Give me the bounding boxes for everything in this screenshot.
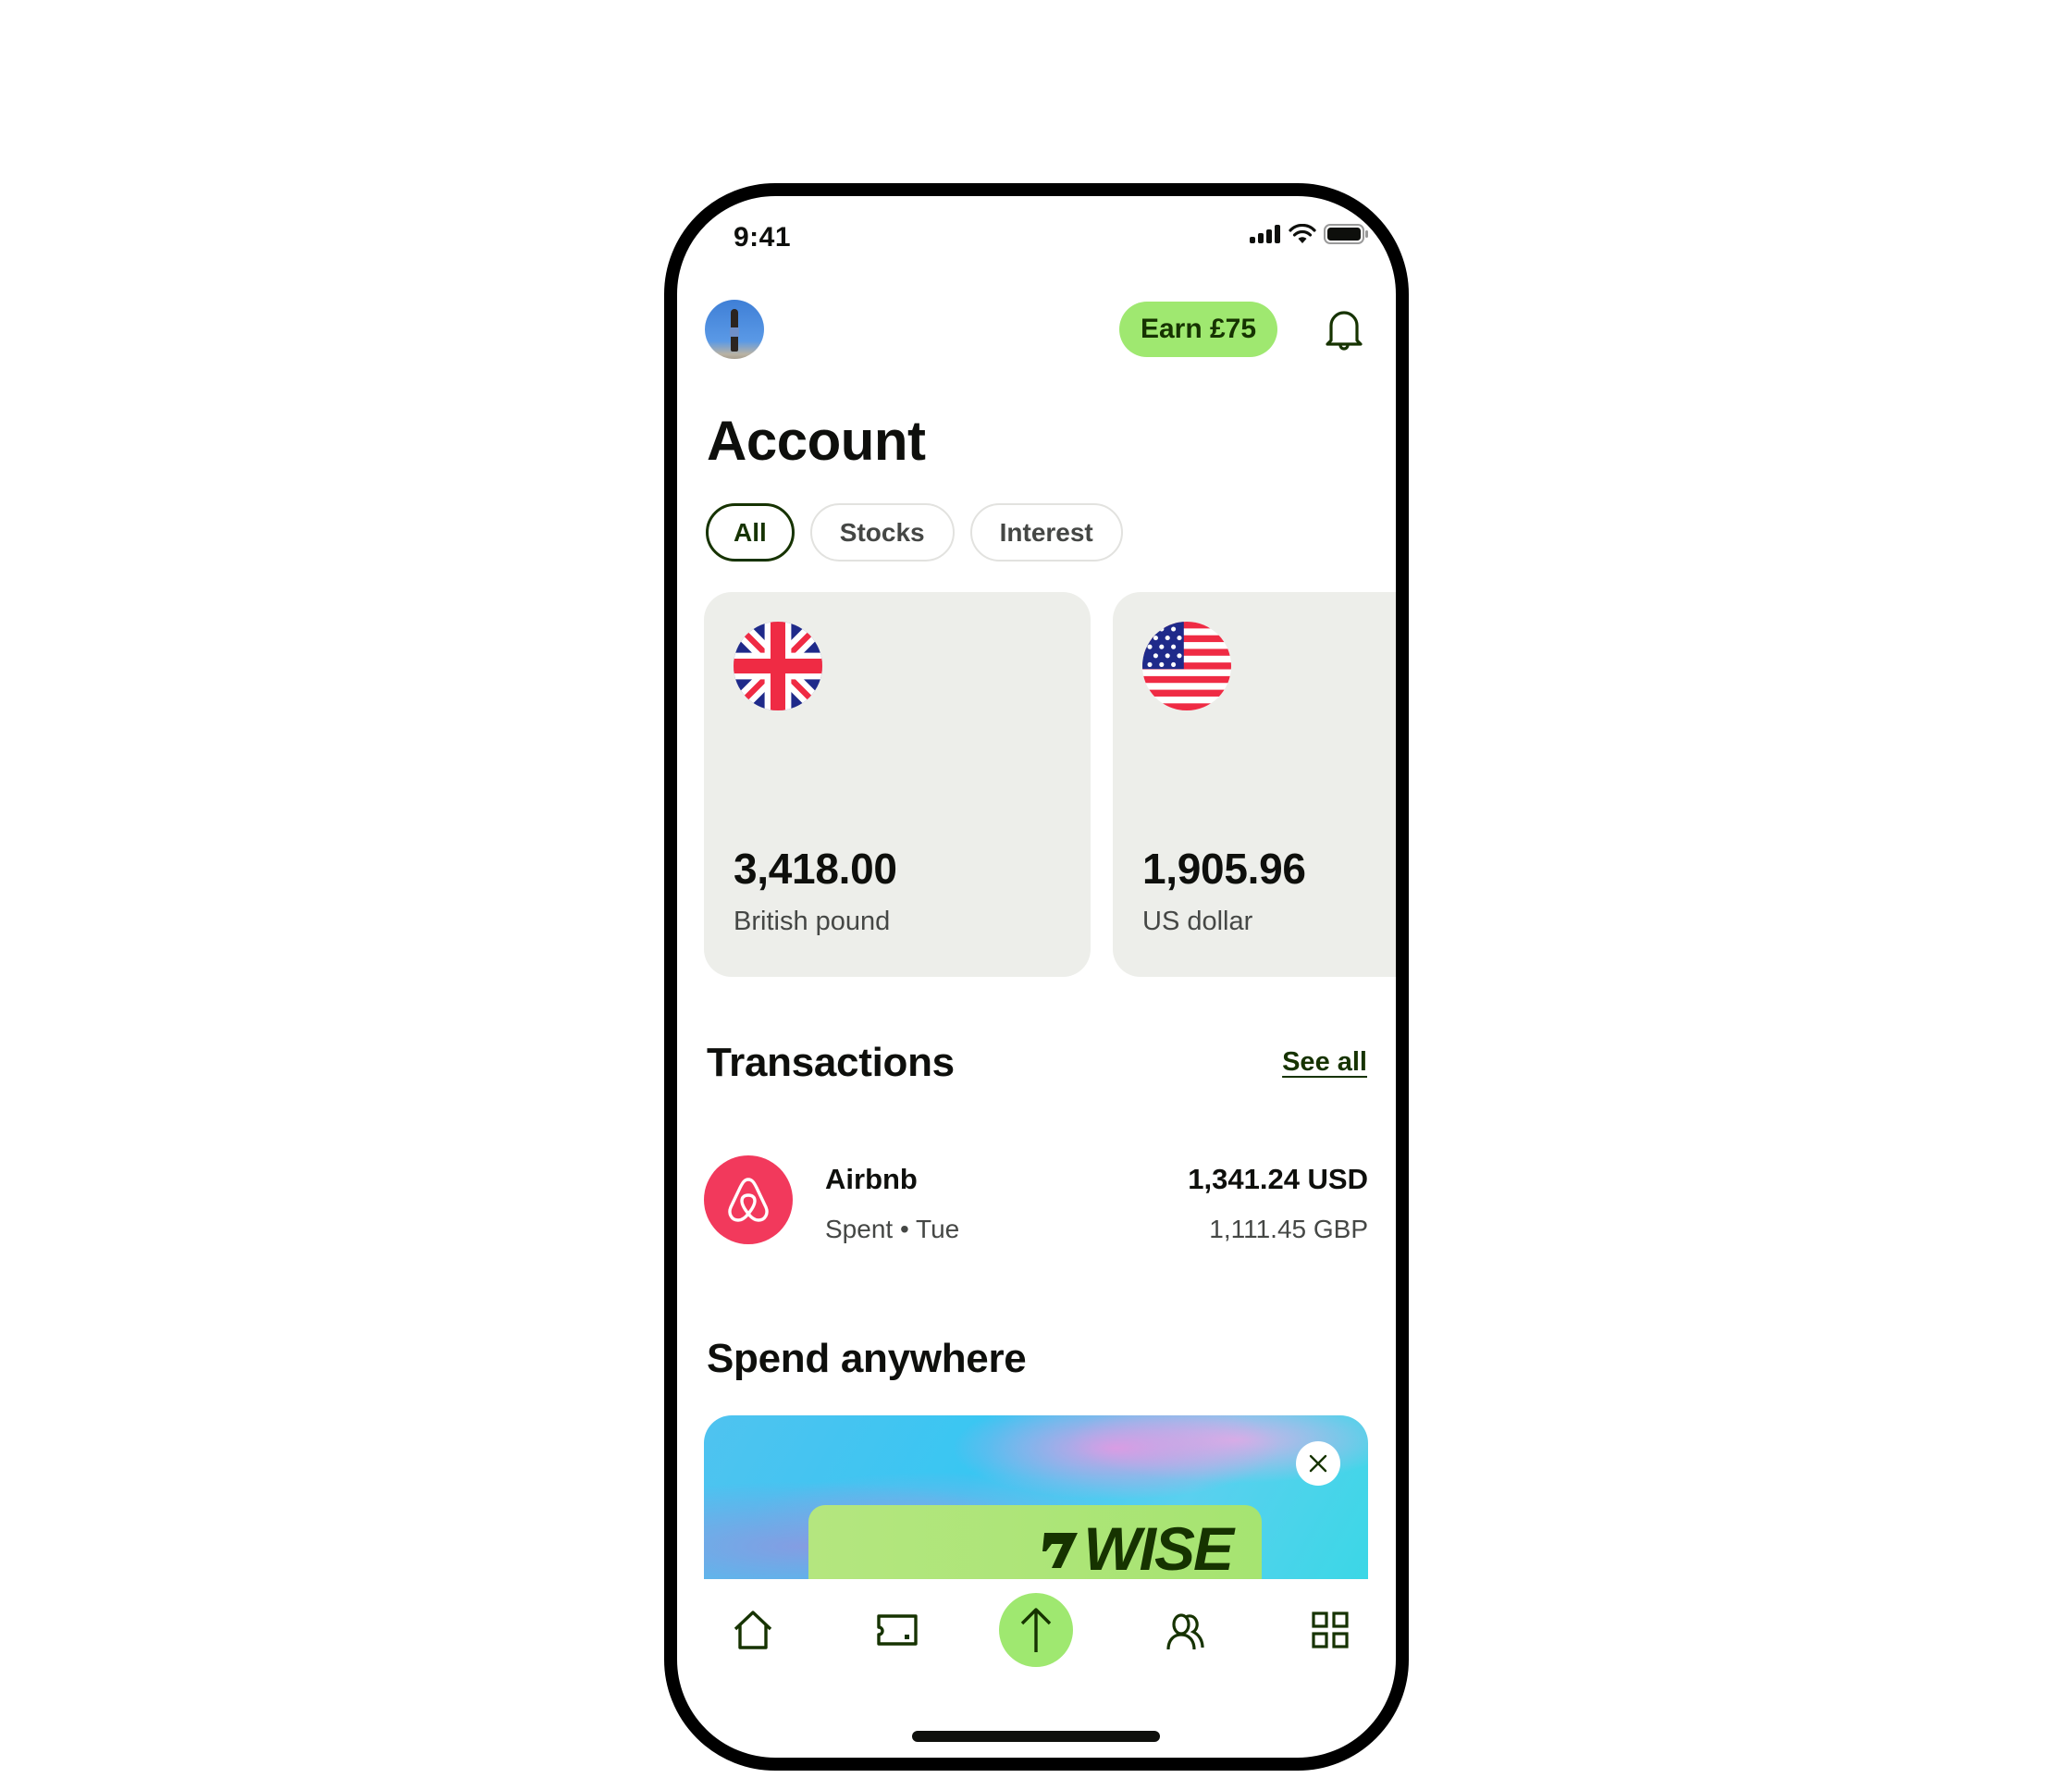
transaction-merchant: Airbnb bbox=[825, 1163, 918, 1195]
balance-amount: 3,418.00 bbox=[734, 845, 897, 893]
cellular-signal-icon bbox=[1250, 225, 1280, 243]
balance-card-gbp[interactable]: 3,418.00 British pound bbox=[704, 592, 1091, 977]
spend-anywhere-heading: Spend anywhere bbox=[707, 1336, 1027, 1381]
bottom-nav bbox=[677, 1593, 1396, 1676]
nav-home[interactable] bbox=[716, 1593, 790, 1667]
balance-amount: 1,905.96 bbox=[1142, 845, 1306, 893]
nav-send[interactable] bbox=[999, 1593, 1073, 1667]
us-flag-icon bbox=[1142, 622, 1231, 710]
filter-chip-interest[interactable]: Interest bbox=[969, 503, 1123, 562]
earn-referral-button[interactable]: Earn £75 bbox=[1119, 302, 1277, 357]
status-icons bbox=[1250, 224, 1368, 244]
filter-chips: All Stocks Interest bbox=[706, 503, 1123, 562]
balance-currency: US dollar bbox=[1142, 907, 1253, 936]
airbnb-logo-icon bbox=[704, 1155, 793, 1244]
nav-recipients[interactable] bbox=[1149, 1593, 1223, 1667]
filter-chip-stocks[interactable]: Stocks bbox=[809, 503, 955, 562]
grid-icon bbox=[1312, 1611, 1349, 1648]
wise-card-image: WISE bbox=[808, 1505, 1262, 1579]
avatar[interactable] bbox=[705, 300, 764, 359]
transactions-heading: Transactions bbox=[707, 1040, 955, 1085]
wise-flag-icon bbox=[1042, 1533, 1079, 1568]
transaction-row[interactable]: Airbnb Spent • Tue 1,341.24 USD 1,111.45… bbox=[704, 1155, 1368, 1248]
status-time: 9:41 bbox=[734, 222, 792, 253]
balance-currency: British pound bbox=[734, 907, 891, 936]
nav-card[interactable] bbox=[860, 1593, 934, 1667]
uk-flag-icon bbox=[734, 622, 822, 710]
nav-payments[interactable] bbox=[1293, 1593, 1367, 1667]
balance-card-usd[interactable]: 1,905.96 US dollar bbox=[1113, 592, 1396, 977]
transaction-amount: 1,341.24 USD bbox=[1188, 1163, 1368, 1195]
close-banner-button[interactable] bbox=[1296, 1441, 1340, 1486]
filter-chip-all[interactable]: All bbox=[706, 503, 795, 562]
card-icon bbox=[877, 1614, 918, 1646]
bell-icon[interactable] bbox=[1325, 309, 1363, 352]
recipients-icon bbox=[1166, 1613, 1204, 1650]
see-all-link[interactable]: See all bbox=[1282, 1047, 1367, 1078]
battery-icon bbox=[1324, 224, 1368, 244]
transaction-converted-amount: 1,111.45 GBP bbox=[1209, 1215, 1368, 1243]
home-indicator[interactable] bbox=[912, 1731, 1160, 1742]
phone-frame: 9:41 Earn £75 Account All Stocks Interes… bbox=[664, 183, 1409, 1771]
send-arrow-up-icon bbox=[1020, 1608, 1052, 1652]
transaction-subtitle: Spent • Tue bbox=[825, 1215, 960, 1243]
promo-banner[interactable]: WISE bbox=[704, 1415, 1368, 1579]
avatar-figure bbox=[730, 309, 739, 352]
page-title: Account bbox=[707, 410, 926, 472]
home-icon bbox=[734, 1611, 772, 1649]
wise-wordmark: WISE bbox=[1083, 1514, 1234, 1579]
wise-logo: WISE bbox=[1042, 1514, 1234, 1579]
wifi-icon bbox=[1289, 224, 1316, 243]
close-icon bbox=[1309, 1454, 1327, 1473]
